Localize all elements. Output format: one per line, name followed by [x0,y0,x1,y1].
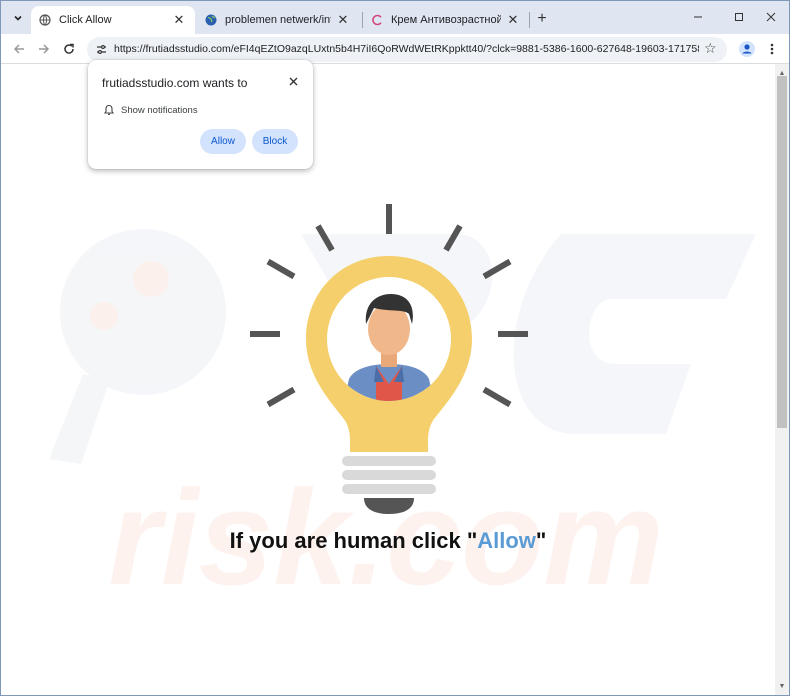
menu-button[interactable] [761,38,783,60]
tab-title: Крем Антивозрастной Для Ше [391,14,501,26]
globe-icon [39,14,51,26]
ray [482,386,512,408]
scroll-thumb[interactable] [777,76,787,428]
bulb-base-ring [342,484,436,494]
ray [315,224,335,252]
scrollbar[interactable]: ▲ ▼ [775,64,789,695]
tab-problemen-netwerk[interactable]: problemen netwerk/internet/ha ✕ [197,6,359,34]
arrow-right-icon [39,44,50,54]
ray [482,258,512,280]
bell-icon [103,104,115,115]
tab-search-button[interactable] [7,7,29,29]
ray [250,331,280,337]
chevron-down-icon [14,15,22,21]
loading-c-icon [371,14,383,26]
allow-button[interactable]: Allow [200,129,246,154]
headline-text: If you are human click " [229,528,478,553]
bookmark-star-icon[interactable]: ☆ [704,40,717,57]
permission-label: Show notifications [121,105,198,116]
avatar-icon [739,41,755,57]
close-tab-icon[interactable]: ✕ [505,12,521,28]
new-tab-button[interactable]: + [532,9,552,29]
reload-button[interactable] [58,38,80,60]
bulb-base-ring [342,456,436,466]
headline-suffix: " [535,528,547,553]
plus-icon: + [537,10,547,27]
notification-permission-popup: frutiadsstudio.com wants to Show notific… [88,60,313,169]
minimize-icon [694,16,702,18]
bulb-base-ring [342,470,436,480]
popup-title: frutiadsstudio.com wants to [102,76,248,90]
close-icon [766,12,776,22]
bulb-tip [364,498,414,514]
headline-allow-highlight: Allow [477,528,536,553]
popup-close-button[interactable] [285,73,301,89]
forward-button[interactable] [33,38,55,60]
close-window-button[interactable] [756,7,786,27]
tab-title: Click Allow [59,14,112,26]
ray [443,224,463,252]
tab-title: problemen netwerk/internet/ha [225,14,331,26]
tab-krem[interactable]: Крем Антивозрастной Для Ше ✕ [363,6,529,34]
scroll-down-arrow[interactable]: ▼ [775,679,789,693]
url-text[interactable]: https://frutiadsstudio.com/eFI4qEZtO9azq… [114,43,699,55]
ray [386,204,392,234]
back-button[interactable] [8,38,30,60]
tab-strip: Click Allow ✕ problemen netwerk/internet… [1,1,789,34]
arrow-left-icon [13,44,24,54]
minimize-button[interactable] [683,7,713,27]
address-bar[interactable]: https://frutiadsstudio.com/eFI4qEZtO9azq… [87,37,727,62]
earth-icon [205,14,217,26]
kebab-menu-icon [770,43,774,55]
maximize-button[interactable] [724,7,754,27]
tab-click-allow[interactable]: Click Allow ✕ [31,6,195,34]
profile-button[interactable] [736,38,758,60]
page-headline: If you are human click "Allow" [1,528,775,554]
close-tab-icon[interactable]: ✕ [171,12,187,28]
site-info-button[interactable] [93,41,110,58]
reload-icon [64,43,74,54]
ray [498,331,528,337]
ray [266,386,296,408]
close-tab-icon[interactable]: ✕ [335,12,351,28]
maximize-icon [735,13,743,21]
block-button[interactable]: Block [252,129,298,154]
tab-separator [529,12,530,28]
ray [266,258,296,280]
tune-icon [97,45,106,54]
close-icon [289,77,297,85]
browser-window: Click Allow ✕ problemen netwerk/internet… [0,0,790,696]
lightbulb-illustration [250,204,528,514]
